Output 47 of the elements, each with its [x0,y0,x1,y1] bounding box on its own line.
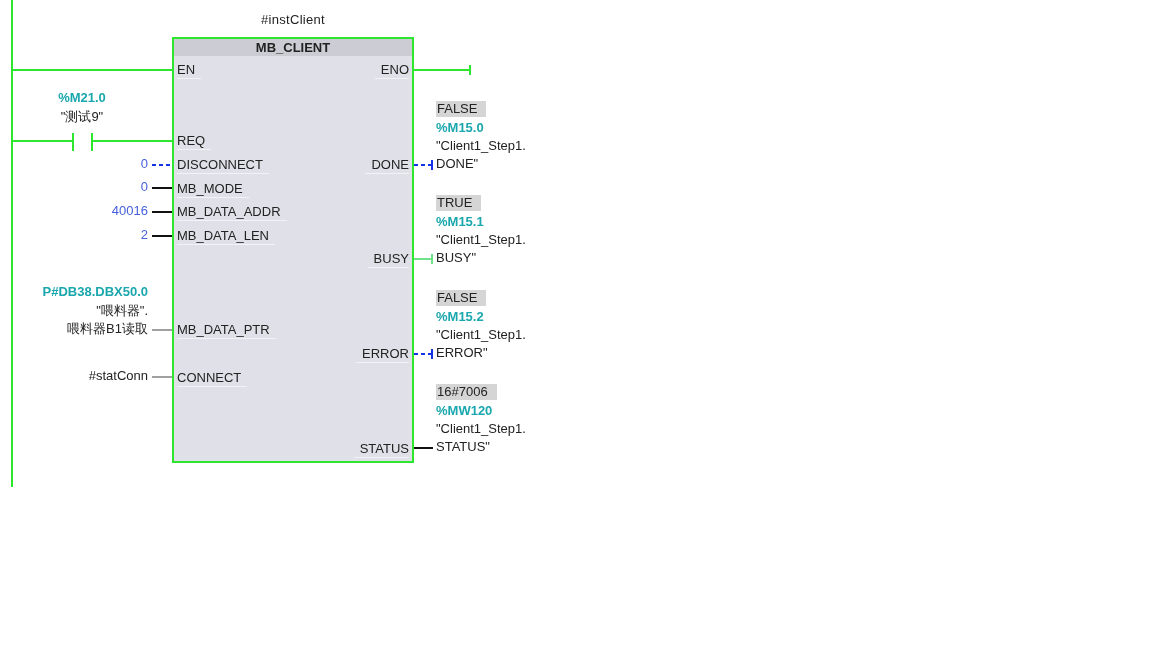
tag-address: %MW120 [436,402,493,421]
wire [152,329,172,332]
constant-value: 0 [140,178,148,197]
wire [152,187,172,190]
pin-label: MB_MODE [177,180,249,198]
tag-symbol: ERROR" [436,343,488,362]
tag-address: %M15.0 [436,118,484,137]
tag-symbol: "Client1_Step1. [436,325,526,344]
monitor-value: FALSE [436,100,487,117]
contact-symbol: "测试9" [60,108,104,126]
tag-address: %M15.2 [436,307,484,326]
tag-symbol: "Client1_Step1. [436,136,526,155]
pin-label: REQ [177,133,212,151]
pin-label: CONNECT [177,369,248,387]
wire [414,447,433,450]
pin-label: ERROR [356,346,409,363]
constant-value: 40016 [111,201,148,220]
pin-label: STATUS [353,440,409,458]
pin-label: DONE [365,156,409,174]
constant-value: 2 [140,225,148,244]
tag-symbol: "Client1_Step1. [436,231,526,250]
tag-symbol: BUSY" [436,249,476,268]
pin-label: EN [177,62,202,80]
constant-value: 0 [140,154,148,173]
instance-name: #instClient [261,11,325,29]
block-title: MB_CLIENT [174,39,412,56]
tag-address: P#DB38.DBX50.0 [42,283,148,302]
wire [152,234,172,237]
pin-label: MB_DATA_ADDR [177,204,287,222]
contact-address: %M21.0 [58,89,106,107]
pin-label: MB_DATA_LEN [177,227,275,245]
pin-label: DISCONNECT [177,156,269,174]
monitor-value: TRUE [436,195,482,212]
tag-symbol: DONE" [436,154,479,173]
tag-symbol: 喂料器B1读取 [67,320,148,339]
wire [152,210,172,213]
pin-label: BUSY [367,251,409,269]
monitor-value: FALSE [436,289,487,306]
tag-symbol: "喂料器". [96,301,148,320]
pin-label: ENO [374,62,409,80]
pin-label: MB_DATA_PTR [177,322,276,340]
tag-symbol: "Client1_Step1. [436,420,526,439]
tag-symbol: #statConn [88,367,148,386]
tag-symbol: STATUS" [436,438,490,457]
wire [152,376,172,379]
monitor-value: 16#7006 [436,384,497,401]
tag-address: %M15.1 [436,213,484,232]
